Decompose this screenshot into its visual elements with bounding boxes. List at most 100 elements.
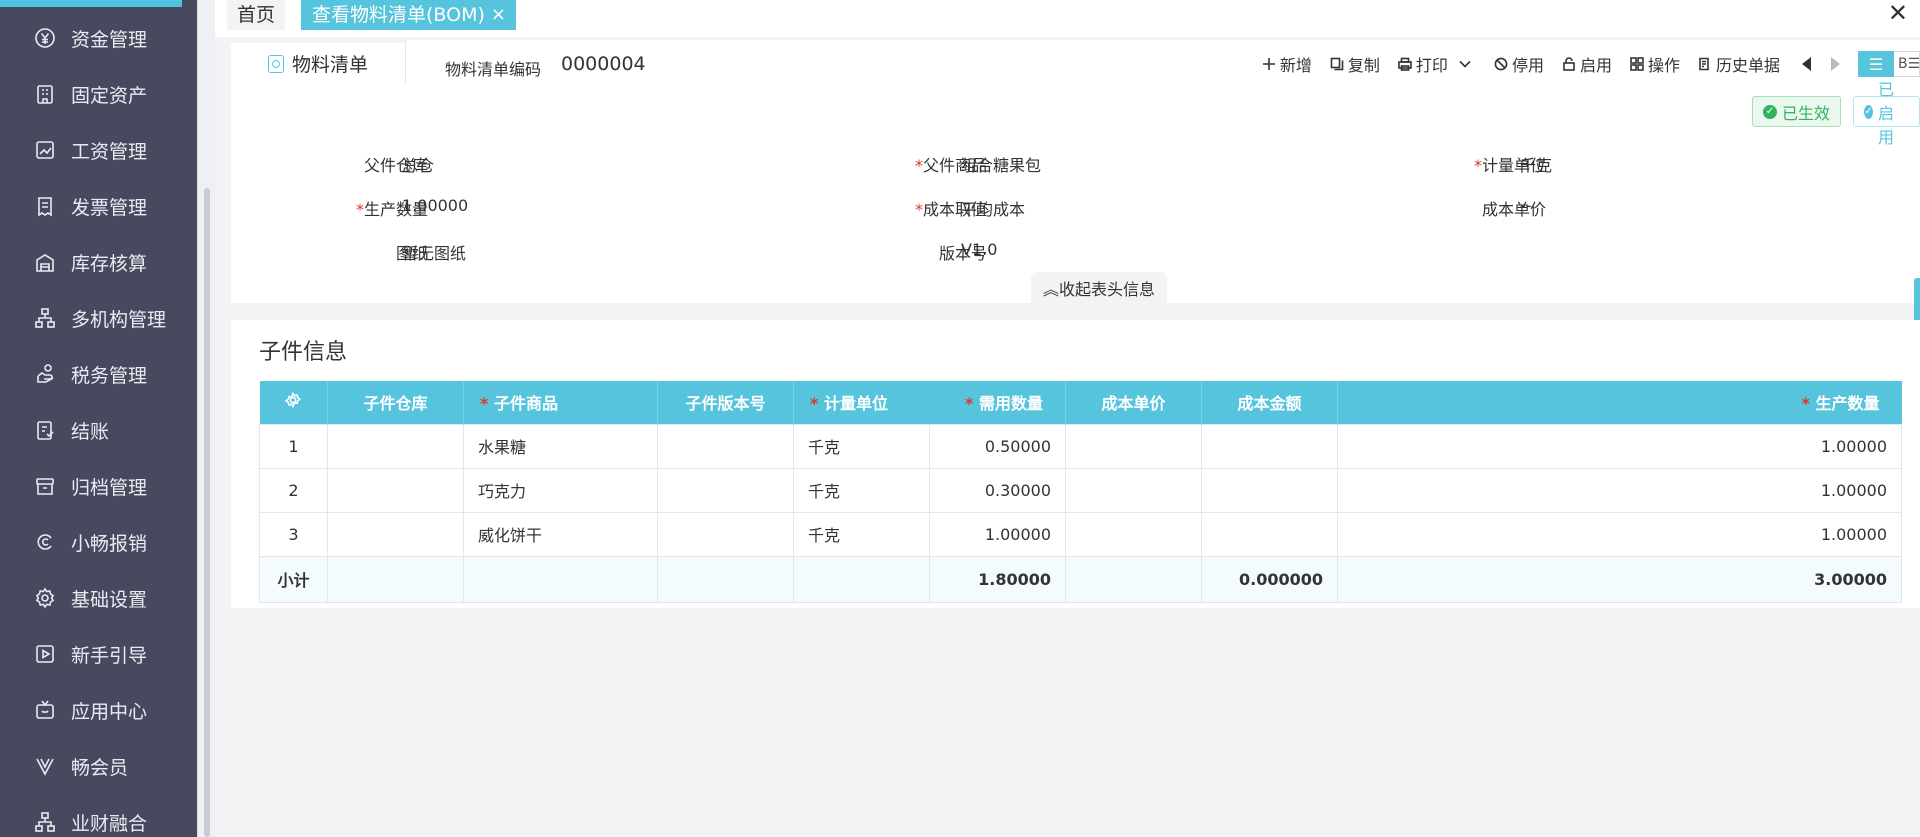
sidebar-item-1[interactable]: 资金管理 [0,10,197,66]
cell-unit[interactable]: 千克 [793,511,930,557]
children-card: 子件信息 子件仓库 * 子件商品 子件版本号 * 计量单位 * 需用数量 成本单… [231,320,1920,608]
cell-unit-cost[interactable] [1065,467,1202,513]
cell-cost-amount[interactable] [1201,423,1338,469]
view-toggle: ☰ B☰ [1858,51,1920,77]
cell-unit-cost[interactable] [1065,511,1202,557]
table-row[interactable]: 2 巧克力 千克 0.30000 1.00000 [259,467,1902,513]
tab-bom[interactable]: 物料清单 [231,40,405,84]
building-icon [33,82,57,106]
cell-version[interactable] [657,423,794,469]
sidebar-item-12[interactable]: 新手引导 [0,626,197,682]
sidebar-item-2[interactable]: 固定资产 [0,66,197,122]
cell-version[interactable] [657,511,794,557]
list-view-icon[interactable]: ☰ [1858,51,1894,77]
prev-record-icon[interactable] [1802,57,1811,71]
cell-product[interactable]: 水果糖 [463,423,658,469]
cell-unit[interactable]: 千克 [793,423,930,469]
sidebar-item-15[interactable]: 业财融合 [0,794,197,837]
sidebar-item-label: 小畅报销 [71,532,148,555]
summary-empty [1065,555,1202,603]
play-guide-icon [33,642,57,666]
cell-warehouse[interactable] [327,467,464,513]
grid-icon [1630,57,1644,71]
column-header-unit-cost: 成本单价 [1065,381,1202,424]
children-table: 子件仓库 * 子件商品 子件版本号 * 计量单位 * 需用数量 成本单价 成本金… [259,381,1902,603]
column-settings-header[interactable] [259,381,328,424]
unit-cost-value: -- [1520,196,1532,215]
sidebar-item-label: 发票管理 [71,196,148,219]
new-button[interactable]: 新增 [1262,52,1312,76]
sidebar-item-10[interactable]: 小畅报销 [0,514,197,570]
cell-cost-amount[interactable] [1201,511,1338,557]
window-close-icon[interactable]: ✕ [1888,0,1908,26]
close-icon[interactable]: × [491,0,506,30]
cell-warehouse[interactable] [327,423,464,469]
cell-warehouse[interactable] [327,511,464,557]
row-number: 2 [259,467,328,513]
double-chevron-up-icon: ︽ [1042,279,1059,299]
sidebar-item-5[interactable]: 库存核算 [0,234,197,290]
tab-bom-view-label: 查看物料清单(BOM) [312,4,485,26]
sidebar-item-11[interactable]: 基础设置 [0,570,197,626]
cell-prod-qty[interactable]: 1.00000 [1337,511,1902,557]
cell-version[interactable] [657,467,794,513]
sidebar-item-label: 税务管理 [71,364,148,387]
cell-product[interactable]: 巧克力 [463,467,658,513]
summary-cost-amount: 0.000000 [1201,555,1338,603]
copy-button[interactable]: 复制 [1330,52,1380,76]
cell-unit-cost[interactable] [1065,423,1202,469]
yen-circle-icon [33,26,57,50]
cell-unit[interactable]: 千克 [793,467,930,513]
enable-button[interactable]: 启用 [1562,52,1612,76]
tax-hand-icon [33,362,57,386]
sidebar-item-7[interactable]: 税务管理 [0,346,197,402]
sidebar-item-label: 归档管理 [71,476,148,499]
print-button[interactable]: 打印 [1398,52,1476,76]
reimburse-c-icon [33,530,57,554]
cell-req-qty[interactable]: 0.50000 [929,423,1066,469]
summary-label: 小计 [259,555,328,603]
sidebar-active-indicator [0,0,182,7]
bom-doc-icon [267,54,284,73]
sidebar-item-label: 新手引导 [71,644,148,667]
history-button[interactable]: 历史单据 [1698,52,1780,76]
sidebar-scrollbar-thumb[interactable] [204,188,210,837]
cell-product[interactable]: 威化饼干 [463,511,658,557]
card-view-icon[interactable]: B☰ [1894,51,1920,77]
sidebar-item-14[interactable]: 畅会员 [0,738,197,794]
cell-req-qty[interactable]: 1.00000 [929,511,1066,557]
disable-button[interactable]: 停用 [1494,52,1544,76]
vip-v-icon [33,754,57,778]
sidebar-item-9[interactable]: 归档管理 [0,458,197,514]
column-header-product: * 子件商品 [463,381,658,424]
table-row[interactable]: 3 威化饼干 千克 1.00000 1.00000 [259,511,1902,557]
chevron-down-icon[interactable] [1458,57,1472,71]
tab-bom-view[interactable]: 查看物料清单(BOM) × [301,0,516,30]
tab-home[interactable]: 首页 [227,0,286,30]
table-row[interactable]: 1 水果糖 千克 0.50000 1.00000 [259,423,1902,469]
plus-icon [1262,57,1276,71]
cell-prod-qty[interactable]: 1.00000 [1337,467,1902,513]
salary-chart-icon [33,138,57,162]
gear-icon[interactable] [284,392,302,409]
bom-code-label: 物料清单编码 [445,60,542,79]
collapse-header-button[interactable]: ︽ 收起表头信息 [1031,272,1167,303]
cell-cost-amount[interactable] [1201,467,1338,513]
cell-req-qty[interactable]: 0.30000 [929,467,1066,513]
operate-button[interactable]: 操作 [1630,52,1680,76]
summary-empty [657,555,794,603]
sidebar-item-8[interactable]: 结账 [0,402,197,458]
next-record-icon[interactable] [1831,57,1840,71]
closing-doc-icon [33,418,57,442]
table-header-row: 子件仓库 * 子件商品 子件版本号 * 计量单位 * 需用数量 成本单价 成本金… [259,381,1902,424]
settings-gear-icon [33,586,57,610]
row-number: 1 [259,423,328,469]
sidebar-item-4[interactable]: 发票管理 [0,178,197,234]
sidebar-item-3[interactable]: 工资管理 [0,122,197,178]
sidebar-item-6[interactable]: 多机构管理 [0,290,197,346]
sidebar-scrollbar[interactable] [197,0,215,837]
summary-prod-qty: 3.00000 [1337,555,1902,603]
warehouse-icon [33,250,57,274]
sidebar-item-13[interactable]: 应用中心 [0,682,197,738]
cell-prod-qty[interactable]: 1.00000 [1337,423,1902,469]
